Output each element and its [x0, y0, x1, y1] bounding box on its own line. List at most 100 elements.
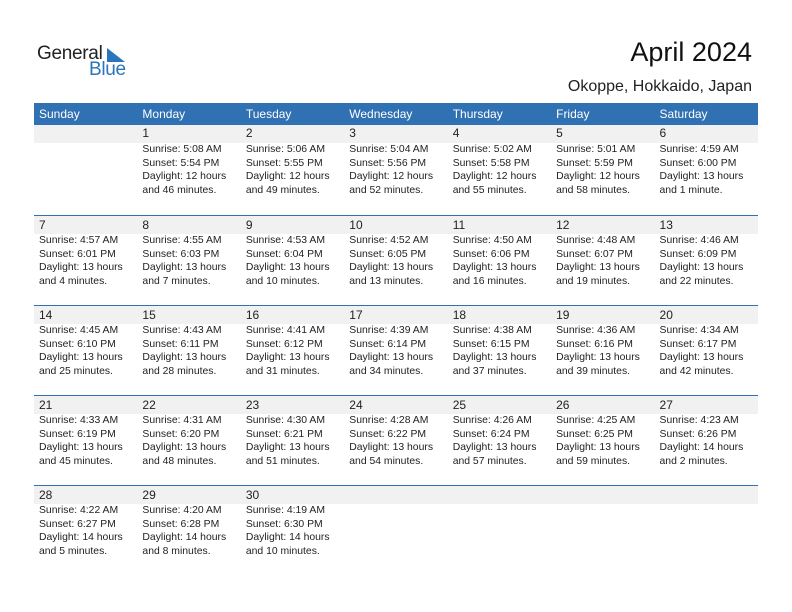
daylight-minutes: and 59 minutes. — [556, 455, 631, 467]
day-number: 5 — [556, 126, 563, 140]
daylight-hours: Daylight: 13 hours — [556, 352, 640, 363]
daylight-hours: Daylight: 13 hours — [39, 352, 123, 363]
sunrise-time: Sunrise: 4:46 AM — [659, 235, 739, 246]
daylight-hours: Daylight: 12 hours — [142, 171, 227, 182]
day-cell: 27 Sunrise: 4:23 AM Sunset: 6:26 PM Dayligh… — [655, 396, 758, 468]
day-number: 11 — [452, 218, 466, 232]
day-number: 28 — [39, 488, 53, 502]
sunset-time: Sunset: 6:20 PM — [142, 428, 220, 440]
empty-day-cell — [344, 486, 447, 558]
daylight-hours: Daylight: 12 hours — [245, 171, 330, 182]
sunrise-time: Sunrise: 4:25 AM — [556, 415, 636, 426]
sunset-time: Sunset: 6:28 PM — [142, 518, 220, 530]
empty-day-cell — [448, 486, 551, 558]
sunset-time: Sunset: 6:21 PM — [245, 428, 323, 440]
day-cell: 2 Sunrise: 5:06 AM Sunset: 5:55 PM Daylight… — [241, 125, 344, 197]
sunset-time: Sunset: 6:15 PM — [452, 338, 530, 350]
daylight-hours: Daylight: 13 hours — [659, 352, 744, 363]
weekday-header: Sunday Monday Tuesday Wednesday Thursday… — [34, 103, 758, 125]
sunset-time: Sunset: 6:10 PM — [39, 338, 116, 350]
daylight-hours: Daylight: 12 hours — [452, 171, 537, 182]
daylight-hours: Daylight: 13 hours — [142, 442, 227, 453]
day-cell: 10 Sunrise: 4:52 AM Sunset: 6:05 PM Dayligh… — [344, 216, 447, 288]
sunrise-time: Sunrise: 4:43 AM — [142, 325, 222, 336]
sunset-time: Sunset: 6:12 PM — [245, 338, 323, 350]
daylight-minutes: and 54 minutes. — [349, 455, 424, 467]
daylight-minutes: and 57 minutes. — [452, 455, 527, 467]
sunset-time: Sunset: 6:19 PM — [39, 428, 116, 440]
daylight-minutes: and 10 minutes. — [245, 545, 320, 557]
sunrise-time: Sunrise: 4:36 AM — [556, 325, 636, 336]
day-number: 20 — [659, 308, 673, 322]
daylight-hours: Daylight: 13 hours — [556, 442, 640, 453]
sunset-time: Sunset: 6:01 PM — [39, 248, 116, 260]
day-number: 21 — [39, 398, 53, 412]
sunrise-time: Sunrise: 4:39 AM — [349, 325, 429, 336]
day-cell: 3 Sunrise: 5:04 AM Sunset: 5:56 PM Daylight… — [344, 125, 447, 197]
daylight-minutes: and 42 minutes. — [659, 365, 734, 377]
daylight-minutes: and 19 minutes. — [556, 275, 631, 287]
day-cell: 19 Sunrise: 4:36 AM Sunset: 6:16 PM Dayligh… — [551, 306, 654, 378]
daylight-minutes: and 7 minutes. — [142, 275, 211, 287]
empty-day-cell — [655, 486, 758, 558]
sunset-time: Sunset: 6:16 PM — [556, 338, 633, 350]
daylight-hours: Daylight: 13 hours — [39, 262, 123, 273]
sunrise-time: Sunrise: 4:19 AM — [245, 505, 325, 516]
calendar-weeks: 1 Sunrise: 5:08 AM Sunset: 5:54 PM Daylight… — [34, 125, 758, 575]
sunset-time: Sunset: 6:05 PM — [349, 248, 427, 260]
sunrise-time: Sunrise: 4:26 AM — [452, 415, 532, 426]
day-cell: 23 Sunrise: 4:30 AM Sunset: 6:21 PM Dayligh… — [241, 396, 344, 468]
day-number: 7 — [39, 218, 46, 232]
daylight-hours: Daylight: 12 hours — [556, 171, 640, 182]
daylight-minutes: and 58 minutes. — [556, 184, 631, 196]
sunrise-time: Sunrise: 4:48 AM — [556, 235, 636, 246]
sunset-time: Sunset: 6:17 PM — [659, 338, 737, 350]
daylight-hours: Daylight: 13 hours — [142, 262, 227, 273]
sunrise-time: Sunrise: 4:30 AM — [245, 415, 325, 426]
daylight-minutes: and 13 minutes. — [349, 275, 424, 287]
sunset-time: Sunset: 6:27 PM — [39, 518, 116, 530]
sunset-time: Sunset: 5:58 PM — [452, 157, 530, 169]
day-number: 30 — [245, 488, 260, 502]
sunset-time: Sunset: 6:07 PM — [556, 248, 633, 260]
week-days: 14 Sunrise: 4:45 AM Sunset: 6:10 PM Dayligh… — [34, 306, 758, 378]
day-number: 16 — [245, 308, 260, 322]
sunset-time: Sunset: 6:22 PM — [349, 428, 427, 440]
daylight-hours: Daylight: 13 hours — [142, 352, 227, 363]
day-number: 25 — [452, 398, 467, 412]
day-number: 1 — [142, 126, 150, 140]
day-cell: 22 Sunrise: 4:31 AM Sunset: 6:20 PM Dayligh… — [137, 396, 240, 468]
day-number: 18 — [452, 308, 467, 322]
daylight-hours: Daylight: 13 hours — [349, 442, 434, 453]
daylight-minutes: and 52 minutes. — [349, 184, 424, 196]
sunrise-time: Sunrise: 5:08 AM — [142, 144, 222, 155]
weekday-tuesday: Tuesday — [245, 107, 292, 121]
daylight-hours: Daylight: 14 hours — [659, 442, 744, 453]
sunrise-time: Sunrise: 5:01 AM — [556, 144, 636, 155]
sunset-time: Sunset: 5:54 PM — [142, 157, 220, 169]
daylight-minutes: and 25 minutes. — [39, 365, 113, 377]
week-days: 1 Sunrise: 5:08 AM Sunset: 5:54 PM Daylight… — [34, 125, 758, 197]
day-number: 12 — [556, 218, 570, 232]
daylight-hours: Daylight: 13 hours — [556, 262, 640, 273]
daylight-hours: Daylight: 13 hours — [245, 442, 330, 453]
day-number: 4 — [452, 126, 460, 140]
sunset-time: Sunset: 6:03 PM — [142, 248, 220, 260]
sunset-time: Sunset: 5:56 PM — [349, 157, 427, 169]
sunrise-time: Sunrise: 4:59 AM — [659, 144, 739, 155]
page-title: April 2024 — [630, 37, 752, 67]
day-cell: 7 Sunrise: 4:57 AM Sunset: 6:01 PM Daylight… — [34, 216, 137, 288]
day-number: 29 — [142, 488, 156, 502]
sunset-time: Sunset: 6:30 PM — [245, 518, 323, 530]
day-cell: 15 Sunrise: 4:43 AM Sunset: 6:11 PM Dayligh… — [137, 306, 240, 378]
daylight-minutes: and 34 minutes. — [349, 365, 424, 377]
daylight-hours: Daylight: 13 hours — [452, 352, 537, 363]
daylight-minutes: and 16 minutes. — [452, 275, 527, 287]
daylight-hours: Daylight: 13 hours — [659, 262, 744, 273]
daylight-minutes: and 10 minutes. — [245, 275, 320, 287]
sunrise-time: Sunrise: 4:52 AM — [349, 235, 429, 246]
daylight-minutes: and 48 minutes. — [142, 455, 217, 467]
week-days: 7 Sunrise: 4:57 AM Sunset: 6:01 PM Daylight… — [34, 216, 758, 288]
daylight-minutes: and 28 minutes. — [142, 365, 217, 377]
calendar-week-row: 21 Sunrise: 4:33 AM Sunset: 6:19 PM Dayligh… — [34, 395, 758, 485]
